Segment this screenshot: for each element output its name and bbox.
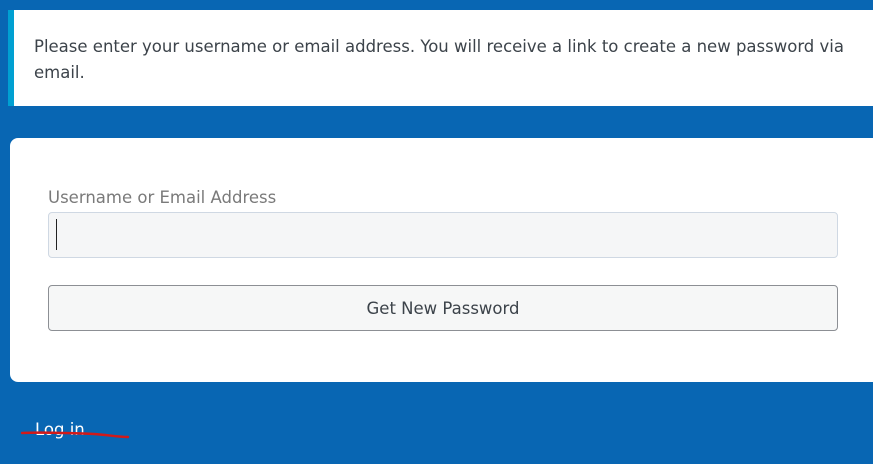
lost-password-form: Username or Email Address Get New Passwo… [10,138,873,382]
red-strike-annotation [20,431,130,439]
get-new-password-button[interactable]: Get New Password [48,285,838,331]
username-email-label: Username or Email Address [48,188,277,207]
text-cursor [56,219,57,250]
reset-instructions-notice: Please enter your username or email addr… [8,10,873,106]
username-email-input[interactable] [48,212,838,258]
reset-instructions-text: Please enter your username or email addr… [34,37,844,82]
